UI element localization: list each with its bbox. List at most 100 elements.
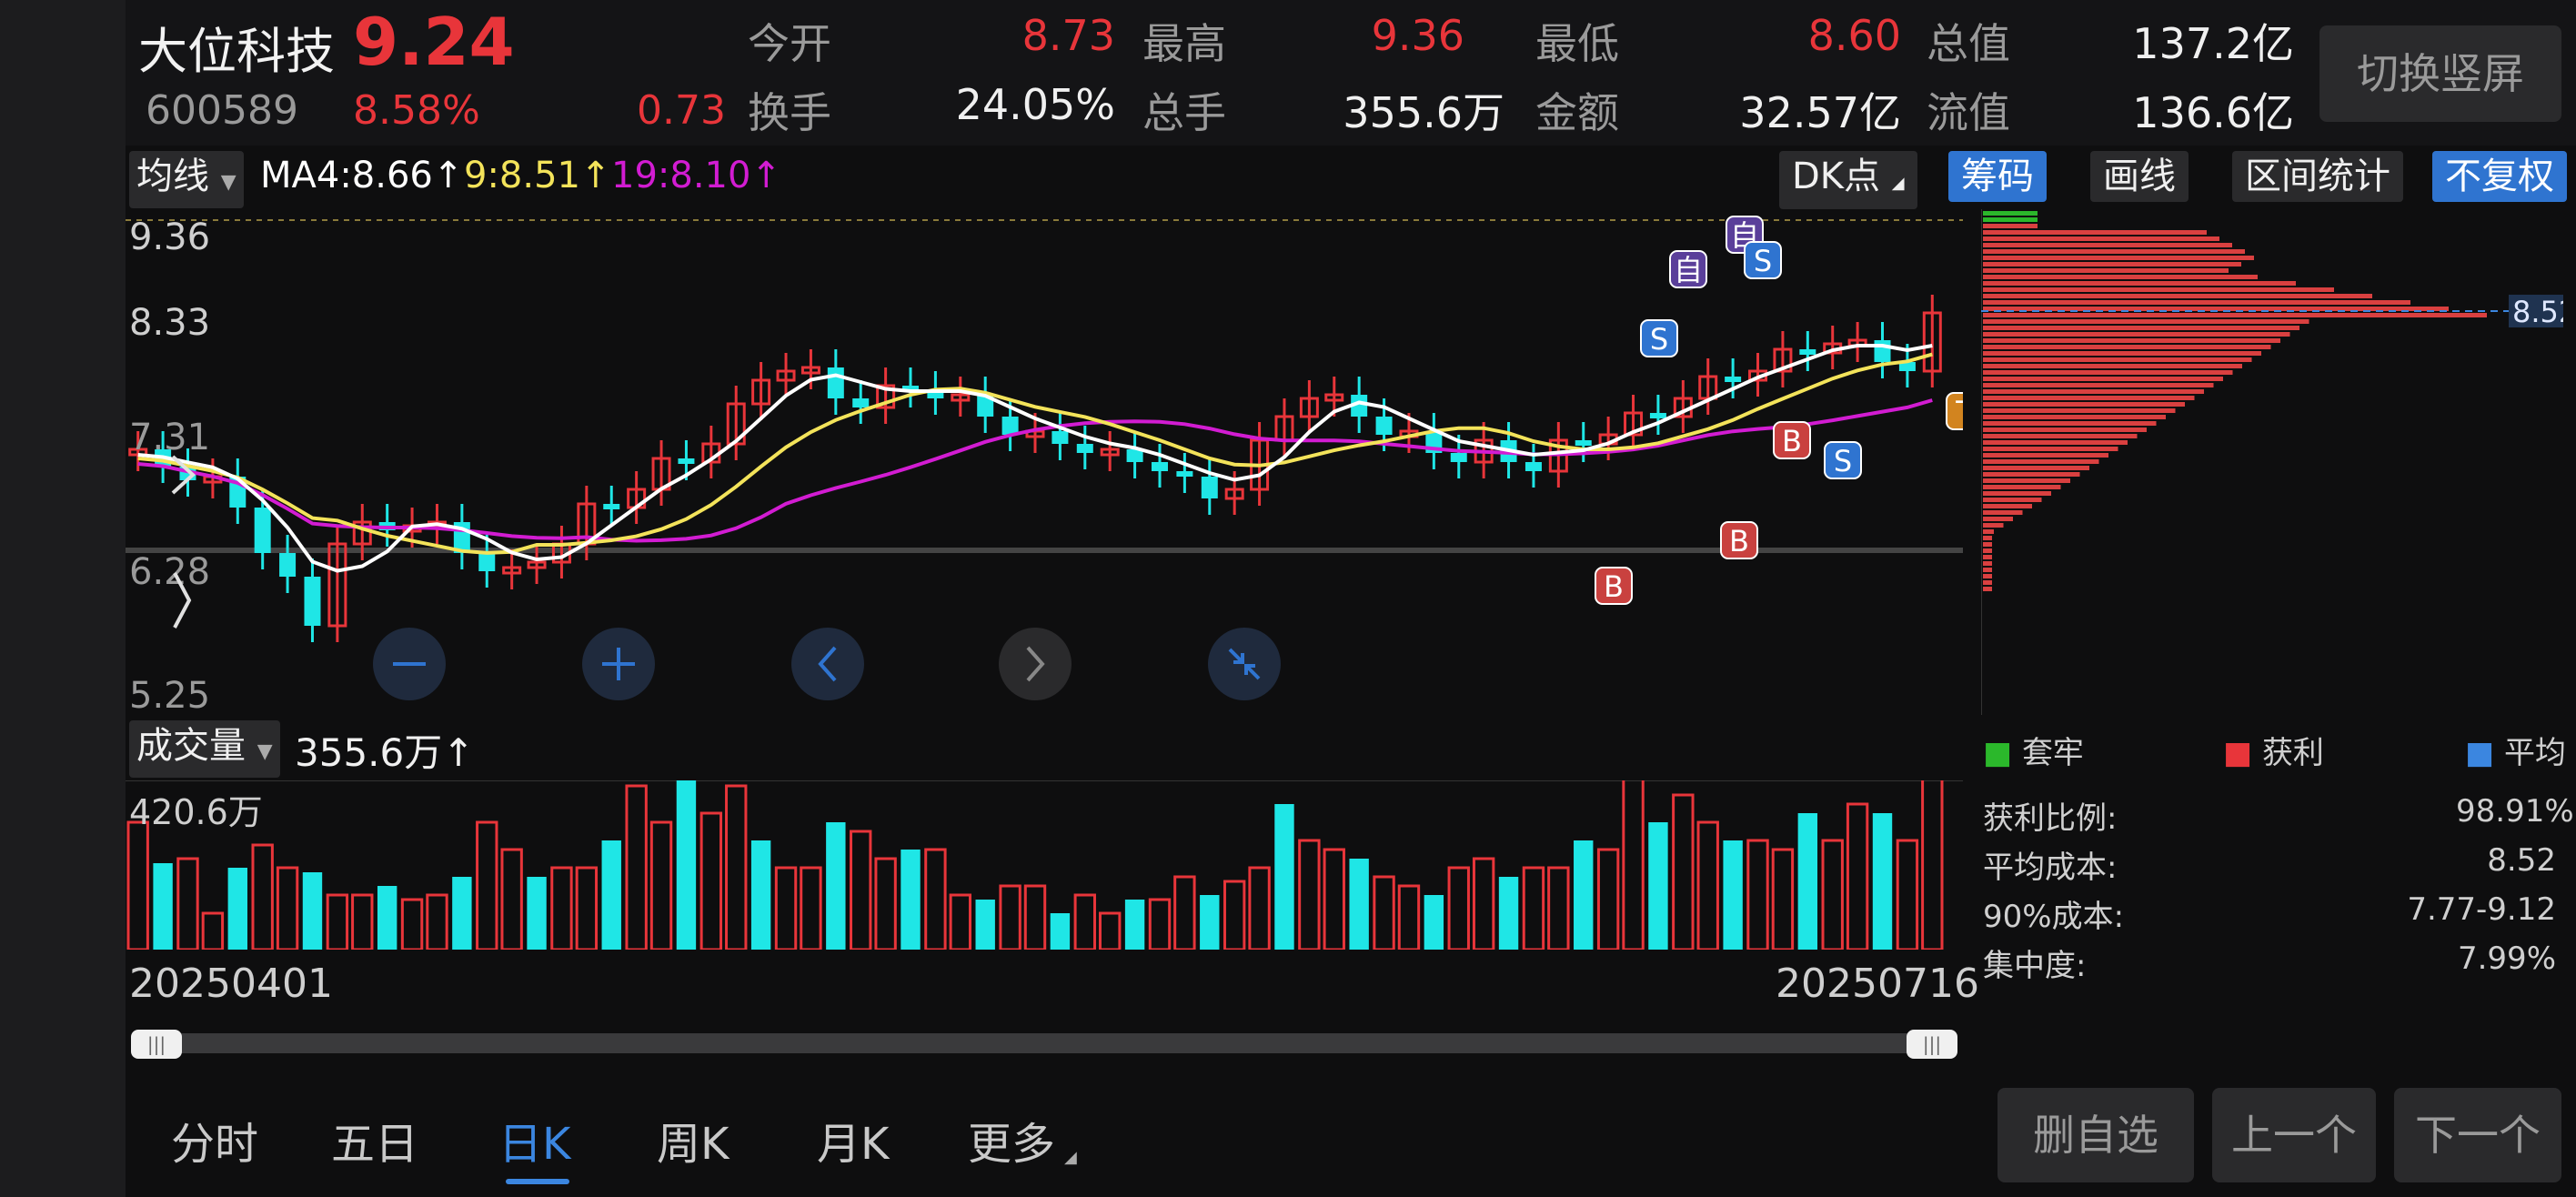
signal-marker[interactable]: B — [1595, 567, 1633, 605]
stat-label-total-value: 总值 — [1927, 19, 2010, 68]
chip-bar — [1983, 383, 2214, 387]
chip-bar — [1983, 268, 2229, 273]
candle-down — [1725, 377, 1742, 382]
kline-chart[interactable]: 自自SSSSBBBT 9.36 8.33 7.31 6.28 5.25 — [126, 209, 1963, 715]
chip-bar — [1983, 466, 2089, 470]
stat-label-low: 最低 — [1535, 19, 1619, 68]
candle-down — [279, 553, 297, 577]
tab-intraday[interactable]: 分时 — [171, 1108, 258, 1172]
chip-distribution-chart: 8.52 — [1981, 209, 2563, 715]
range-handle-right[interactable]: ||| — [1907, 1030, 1957, 1059]
chip-stat-label: 集中度: — [1983, 948, 2087, 984]
signal-marker[interactable]: B — [1773, 421, 1811, 459]
switch-portrait-button[interactable]: 切换竖屏 — [2319, 25, 2561, 122]
volume-bar-up — [1023, 884, 1047, 950]
signal-marker[interactable]: S — [1744, 241, 1782, 279]
dk-point-button[interactable]: DK点 ◢ — [1779, 151, 1917, 209]
volume-bar-up — [1696, 820, 1719, 950]
ma-select-label: 均线 — [136, 156, 209, 197]
volume-bar-down — [1274, 804, 1294, 950]
chip-bar — [1983, 548, 1992, 553]
chip-bar — [1983, 542, 1992, 547]
previous-button[interactable]: 上一个 — [2212, 1088, 2376, 1182]
candle-down — [1001, 417, 1019, 435]
tab-daily-k[interactable]: 日K — [498, 1108, 570, 1172]
date-start: 20250401 — [129, 961, 333, 1007]
pan-left-button[interactable] — [791, 628, 864, 700]
stat-label-high: 最高 — [1142, 19, 1226, 68]
stat-value-total-value: 137.2亿 — [2132, 19, 2294, 68]
signal-marker[interactable]: B — [1720, 521, 1758, 559]
chip-bar — [1983, 345, 2271, 349]
zoom-out-button[interactable] — [373, 628, 446, 700]
volume-bar-down — [1050, 913, 1071, 950]
chip-bar — [1983, 421, 2157, 426]
draw-line-button[interactable]: 画线 — [2090, 151, 2189, 202]
volume-bar-down — [527, 877, 547, 950]
chip-bar — [1983, 370, 2233, 375]
chip-bar — [1983, 447, 2118, 451]
volume-bar-down — [302, 872, 323, 950]
tab-more[interactable]: 更多 — [968, 1108, 1055, 1172]
chip-bar — [1983, 536, 1992, 540]
chip-bar — [1983, 364, 2242, 368]
signal-marker-text: B — [1729, 524, 1749, 558]
next-button[interactable]: 下一个 — [2394, 1088, 2561, 1182]
collapse-button[interactable] — [1208, 628, 1281, 700]
tab-monthly-k[interactable]: 月K — [817, 1108, 889, 1172]
chip-bar — [1983, 313, 2487, 317]
volume-bar-up — [1248, 866, 1271, 950]
ma-select[interactable]: 均线 ▼ — [129, 151, 244, 208]
zoom-in-button[interactable] — [582, 628, 655, 700]
candle-down — [852, 398, 870, 407]
volume-bar-up — [251, 843, 274, 950]
stat-value-low: 8.60 — [1807, 11, 1901, 60]
range-slider-track[interactable] — [133, 1033, 1956, 1053]
tab-five-day[interactable]: 五日 — [331, 1108, 418, 1172]
candle-down — [1450, 453, 1467, 462]
volume-bar-up — [874, 857, 897, 950]
delete-watchlist-button[interactable]: 删自选 — [1997, 1088, 2194, 1182]
signal-marker[interactable]: S — [1824, 441, 1862, 479]
dk-point-label: DK点 — [1792, 156, 1881, 197]
chip-legend-avg: ■ 平均 — [2465, 728, 2566, 772]
volume-select[interactable]: 成交量 ▼ — [129, 720, 280, 778]
stat-label-total-hands: 总手 — [1142, 88, 1226, 137]
chip-stat-label: 90%成本: — [1983, 899, 2125, 935]
pan-right-button[interactable] — [999, 628, 1072, 700]
chip-bar — [1983, 561, 1992, 566]
chip-bar — [1983, 351, 2261, 356]
volume-select-label: 成交量 — [136, 725, 246, 767]
signal-marker[interactable]: T — [1946, 392, 1963, 430]
chip-bar — [1983, 491, 2051, 496]
ma9-label: 9:8.51↑ — [464, 155, 611, 196]
volume-bar-down — [1349, 859, 1369, 950]
stock-price: 9.24 — [353, 4, 515, 80]
chip-bar — [1983, 300, 2410, 305]
no-adjust-button[interactable]: 不复权 — [2432, 151, 2567, 202]
chip-bar — [1983, 428, 2147, 432]
signal-marker[interactable]: S — [1640, 319, 1678, 357]
range-handle-left[interactable]: ||| — [131, 1030, 182, 1059]
volume-bar-down — [901, 850, 921, 950]
volume-bar-down — [153, 863, 173, 950]
chip-bar — [1983, 517, 2013, 521]
range-stats-button[interactable]: 区间统计 — [2232, 151, 2403, 202]
avg-cost-tag: 8.52 — [2512, 295, 2563, 329]
volume-bar-up — [1596, 848, 1620, 950]
volume-chart[interactable]: 420.6万 — [126, 780, 1963, 950]
signal-marker[interactable]: 自 — [1669, 250, 1707, 288]
candle-down — [603, 504, 620, 509]
legend-profit: 获利 — [2261, 735, 2324, 771]
chip-legend: ■ 套牢 — [1983, 728, 2084, 772]
tab-weekly-k[interactable]: 周K — [657, 1108, 729, 1172]
chip-bar — [1983, 332, 2290, 337]
ma19-label: 19:8.10↑ — [611, 155, 781, 196]
change-percent: 8.58% — [353, 87, 480, 134]
chip-bar — [1983, 510, 2023, 515]
candle-down — [304, 577, 321, 626]
chip-distribution-button[interactable]: 筹码 — [1948, 151, 2047, 202]
chip-bar — [1983, 574, 1992, 578]
volume-bar-up — [176, 857, 199, 950]
candle-down — [1201, 477, 1218, 498]
